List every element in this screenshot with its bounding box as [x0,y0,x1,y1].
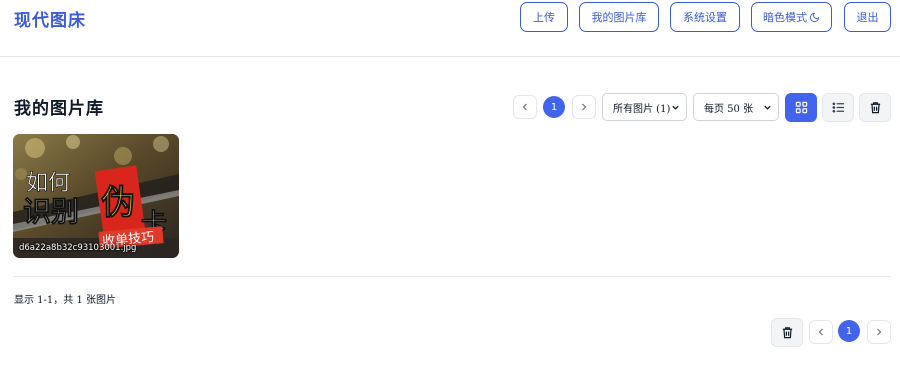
logout-button[interactable]: 退出 [844,2,891,32]
trash-icon [870,102,880,114]
thumbnail-text-line2b: 伪 [101,183,135,223]
chevron-left-icon [818,328,823,336]
dark-mode-button-label: 暗色模式 [763,11,807,24]
top-navbar: 现代图床 上传 我的图片库 系统设置 暗色模式 退出 [0,0,900,57]
image-filter-value: 所有图片 (1) [613,103,671,115]
grid-icon [795,101,807,114]
thumbnail-text-line1: 如何 [26,171,70,196]
logout-button-label: 退出 [856,11,879,24]
my-library-button-label: 我的图片库 [591,11,647,24]
chevron-right-icon [877,328,882,336]
bottom-delete-button[interactable] [771,318,803,347]
image-filename: d6a22a8b32c93103001.jpg [19,243,137,253]
page-number-button[interactable]: 1 [543,96,565,118]
image-filter-select[interactable]: 所有图片 (1) [602,93,687,121]
moon-icon [809,12,820,22]
image-card[interactable]: 如何 识别 伪 卡 收单技巧 d6a22a8b32c93103001.jpg [13,134,179,258]
chevron-right-icon [582,103,587,111]
prev-page-button[interactable] [513,95,537,119]
per-page-value: 每页 50 张 [704,103,754,115]
results-summary: 显示 1-1，共 1 张图片 [14,295,117,306]
upload-button-label: 上传 [533,11,555,24]
bottom-next-page-button[interactable] [867,320,891,344]
list-view-button[interactable] [822,93,854,122]
per-page-select[interactable]: 每页 50 张 [693,93,779,121]
section-divider [14,276,891,277]
brand-logo[interactable]: 现代图床 [14,6,86,31]
bottom-prev-page-button[interactable] [809,320,833,344]
next-page-button[interactable] [572,95,596,119]
chevron-left-icon [522,103,527,111]
settings-button[interactable]: 系统设置 [670,2,740,32]
list-icon [832,102,844,113]
dark-mode-button[interactable]: 暗色模式 [751,2,832,32]
delete-button[interactable] [859,93,891,122]
page-title: 我的图片库 [14,99,104,119]
chevron-down-icon [764,105,771,110]
chevron-down-icon [672,105,679,110]
settings-button-label: 系统设置 [683,11,727,24]
my-library-button[interactable]: 我的图片库 [579,2,659,32]
grid-view-button[interactable] [785,93,817,122]
upload-button[interactable]: 上传 [520,2,568,32]
trash-icon [782,327,792,339]
bottom-page-number-button[interactable]: 1 [838,320,860,342]
image-thumbnail: 如何 识别 伪 卡 收单技巧 [13,134,179,258]
thumbnail-text-line2a: 识别 [23,195,79,228]
